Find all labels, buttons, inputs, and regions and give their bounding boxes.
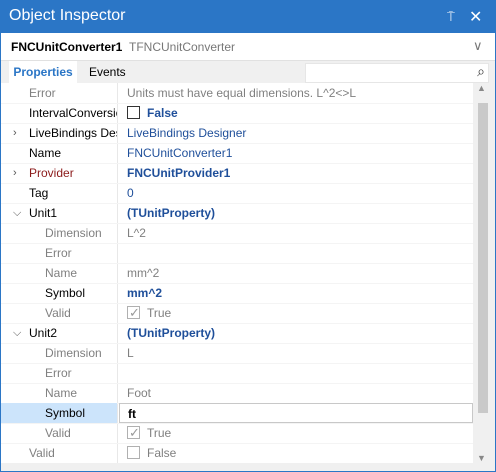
property-name: Error xyxy=(29,86,56,100)
vertical-scrollbar[interactable]: ▲ ▼ xyxy=(474,83,492,463)
title-bar[interactable]: Object Inspector ⍑ ✕ xyxy=(1,1,495,33)
property-value: Units must have equal dimensions. L^2<>L xyxy=(127,86,357,100)
component-name: FNCUnitConverter1 xyxy=(11,40,123,54)
tab-bar: Properties Events ⌕ xyxy=(1,61,495,83)
property-name: IntervalConversion xyxy=(29,106,117,120)
property-row-selected[interactable]: Symbol ft xyxy=(1,403,473,424)
checkbox[interactable] xyxy=(127,106,140,119)
property-row[interactable]: › Provider FNCUnitProvider1 xyxy=(1,163,473,184)
scrollbar-thumb[interactable] xyxy=(478,103,488,413)
property-value: False xyxy=(147,106,178,120)
property-name: Tag xyxy=(29,186,49,200)
property-row[interactable]: Valid False xyxy=(1,443,473,463)
expand-icon[interactable]: › xyxy=(13,123,17,143)
property-value: (TUnitProperty) xyxy=(127,206,215,220)
property-row[interactable]: Tag 0 xyxy=(1,183,473,204)
close-icon[interactable]: ✕ xyxy=(469,7,482,27)
property-value: Foot xyxy=(127,386,152,400)
property-row[interactable]: Error Units must have equal dimensions. … xyxy=(1,83,473,104)
tab-events[interactable]: Events xyxy=(85,61,130,83)
collapse-icon[interactable]: ⌵ xyxy=(13,323,21,343)
property-row[interactable]: Error xyxy=(1,363,473,384)
search-icon[interactable]: ⌕ xyxy=(477,63,485,80)
property-name: Name xyxy=(45,386,78,400)
property-value: 0 xyxy=(127,186,134,200)
property-row[interactable]: IntervalConversion False xyxy=(1,103,473,124)
property-row[interactable]: ⌵ Unit2 (TUnitProperty) xyxy=(1,323,473,344)
property-name: Symbol xyxy=(45,406,86,420)
property-value[interactable]: LiveBindings Designer xyxy=(127,123,246,143)
property-row[interactable]: Dimension L^2 xyxy=(1,223,473,244)
property-name: Name xyxy=(45,266,78,280)
property-value: (TUnitProperty) xyxy=(127,326,215,340)
property-row[interactable]: ⌵ Unit1 (TUnitProperty) xyxy=(1,203,473,224)
property-value: FNCUnitProvider1 xyxy=(127,166,231,180)
property-value: FNCUnitConverter1 xyxy=(127,146,233,160)
check-icon: ✓ xyxy=(129,425,140,440)
tab-properties[interactable]: Properties xyxy=(9,61,77,83)
property-row[interactable]: › LiveBindings Designer LiveBindings Des… xyxy=(1,123,473,144)
check-icon: ✓ xyxy=(129,305,140,320)
property-row[interactable]: Dimension L xyxy=(1,343,473,364)
scroll-up-icon[interactable]: ▲ xyxy=(477,83,486,93)
property-row[interactable]: Name FNCUnitConverter1 xyxy=(1,143,473,164)
property-name: LiveBindings Designer xyxy=(29,126,117,140)
property-row[interactable]: Name Foot xyxy=(1,383,473,404)
window-title: Object Inspector xyxy=(9,7,126,24)
property-name: Valid xyxy=(45,426,71,440)
property-value: True xyxy=(147,306,172,320)
property-value: L^2 xyxy=(127,226,146,240)
scroll-down-icon[interactable]: ▼ xyxy=(477,453,486,463)
property-row[interactable]: Valid ✓ True xyxy=(1,303,473,324)
property-value: mm^2 xyxy=(127,266,160,280)
property-name: Name xyxy=(29,146,62,160)
property-name: Unit1 xyxy=(29,206,58,220)
property-grid: Error Units must have equal dimensions. … xyxy=(1,83,473,463)
property-value: False xyxy=(147,446,177,460)
checkbox: ✓ xyxy=(127,305,140,320)
property-row[interactable]: Valid ✓ True xyxy=(1,423,473,444)
property-value: L xyxy=(127,346,134,360)
collapse-icon[interactable]: ⌵ xyxy=(13,203,21,223)
property-row[interactable]: Symbol mm^2 xyxy=(1,283,473,304)
object-inspector-window: Object Inspector ⍑ ✕ FNCUnitConverter1 T… xyxy=(0,0,496,472)
component-selector[interactable]: FNCUnitConverter1 TFNCUnitConverter ∨ xyxy=(1,33,495,61)
search-input[interactable]: ⌕ xyxy=(305,63,489,83)
property-name: Symbol xyxy=(45,286,86,300)
component-type: TFNCUnitConverter xyxy=(129,40,236,54)
checkbox xyxy=(127,446,140,459)
property-name: Dimension xyxy=(45,346,102,360)
property-row[interactable]: Error xyxy=(1,243,473,264)
property-name: Valid xyxy=(29,446,55,460)
property-name: Provider xyxy=(29,166,74,180)
property-value: mm^2 xyxy=(127,286,163,300)
property-name: Dimension xyxy=(45,226,102,240)
property-row[interactable]: Name mm^2 xyxy=(1,263,473,284)
property-name: Unit2 xyxy=(29,326,58,340)
pin-icon[interactable]: ⍑ xyxy=(447,9,455,25)
property-name: Error xyxy=(45,366,72,380)
property-name: Valid xyxy=(45,306,71,320)
checkbox: ✓ xyxy=(127,425,140,440)
expand-icon[interactable]: › xyxy=(13,163,17,183)
chevron-down-icon[interactable]: ∨ xyxy=(473,38,483,54)
property-value: True xyxy=(147,426,172,440)
property-name: Error xyxy=(45,246,72,260)
property-value-editor[interactable]: ft xyxy=(128,404,136,422)
